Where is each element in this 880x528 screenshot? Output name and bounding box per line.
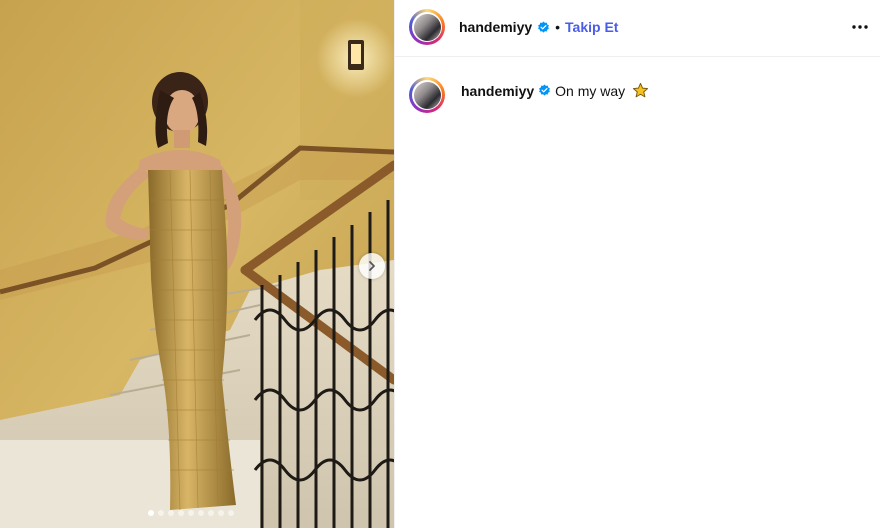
carousel-dot	[148, 510, 154, 516]
author-info: handemiyy • Takip Et	[459, 19, 618, 35]
verified-badge-icon	[539, 84, 551, 96]
carousel-dot	[168, 510, 174, 516]
carousel-dot	[228, 510, 234, 516]
post-header: handemiyy • Takip Et	[395, 0, 880, 57]
carousel-indicator	[148, 510, 234, 516]
avatar-ring	[412, 12, 442, 42]
carousel-dot	[158, 510, 164, 516]
caption-username[interactable]: handemiyy	[461, 83, 534, 99]
carousel-dot	[198, 510, 204, 516]
avatar-image	[413, 81, 441, 109]
avatar-ring	[412, 80, 442, 110]
caption: handemiyy On my way	[461, 82, 649, 99]
photo-illustration	[0, 0, 394, 528]
more-options-button[interactable]	[851, 18, 869, 41]
post-sidebar: handemiyy • Takip Et handemiyy On my way	[394, 0, 880, 528]
follow-separator: •	[555, 19, 561, 35]
chevron-right-icon	[369, 261, 375, 271]
star-emoji-icon	[633, 82, 649, 98]
carousel-dot	[208, 510, 214, 516]
verified-badge-icon	[538, 21, 550, 33]
post-dialog: handemiyy • Takip Et handemiyy On my way	[0, 0, 880, 528]
author-username[interactable]: handemiyy	[459, 19, 532, 35]
avatar-image	[413, 13, 441, 41]
caption-author-avatar[interactable]	[409, 77, 445, 113]
follow-button[interactable]: Takip Et	[565, 19, 618, 35]
carousel-dot	[178, 510, 184, 516]
carousel-dot	[218, 510, 224, 516]
post-photo[interactable]	[0, 0, 394, 528]
carousel-next-button[interactable]	[359, 253, 385, 279]
carousel-dot	[188, 510, 194, 516]
author-avatar[interactable]	[409, 9, 445, 45]
more-horizontal-icon	[852, 25, 868, 29]
caption-text: On my way	[555, 82, 626, 99]
